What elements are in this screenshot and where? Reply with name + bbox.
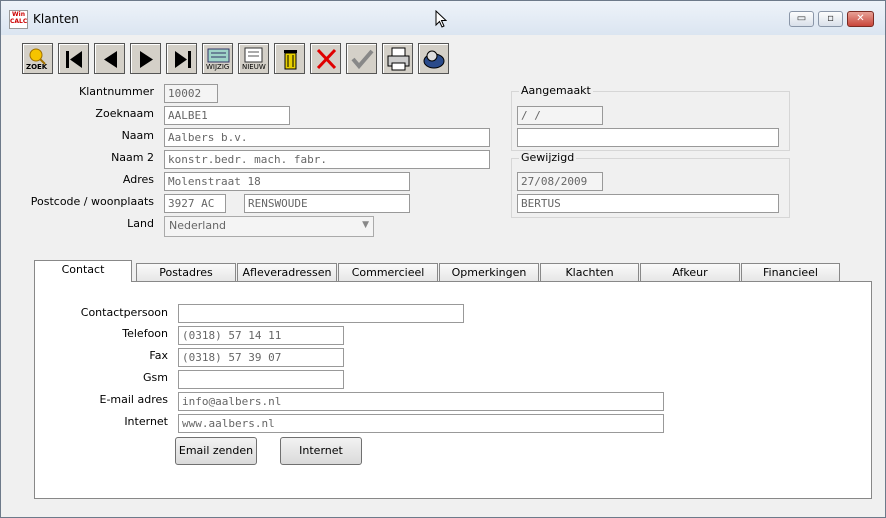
minimize-button[interactable]: ▭ <box>789 11 814 27</box>
last-icon <box>175 51 191 68</box>
previous-icon <box>104 51 117 68</box>
exit-button[interactable] <box>418 43 449 74</box>
app-icon: Win CALC <box>9 10 28 29</box>
chevron-down-icon: ▼ <box>362 220 369 230</box>
email-zenden-button[interactable]: Email zenden <box>175 437 257 465</box>
land-select[interactable]: Nederland ▼ <box>164 216 374 237</box>
telefoon-label: Telefoon <box>122 327 168 340</box>
telefoon-field[interactable]: (0318) 57 14 11 <box>178 326 344 345</box>
contactpersoon-label: Contactpersoon <box>80 306 168 319</box>
naam-label: Naam <box>121 129 154 142</box>
first-icon <box>66 51 82 68</box>
maximize-button[interactable]: ▫ <box>818 11 843 27</box>
mouse-cursor-icon <box>435 10 447 28</box>
exit-icon <box>423 50 445 69</box>
printer-icon <box>387 47 410 71</box>
zoeknaam-label: Zoeknaam <box>95 107 154 120</box>
gewijzigd-user-field[interactable]: BERTUS <box>517 194 779 213</box>
gsm-label: Gsm <box>143 371 168 384</box>
tab-afkeur[interactable]: Afkeur <box>640 263 740 281</box>
tab-financieel[interactable]: Financieel <box>741 263 840 281</box>
internet-label: Internet <box>124 415 168 428</box>
aangemaakt-title: Aangemaakt <box>519 84 593 97</box>
tab-postadres[interactable]: Postadres <box>136 263 236 281</box>
gewijzigd-date-field[interactable]: 27/08/2009 <box>517 172 603 191</box>
klantnummer-label: Klantnummer <box>79 85 154 98</box>
trash-icon <box>284 50 297 70</box>
postcode-label: Postcode / woonplaats <box>30 195 154 208</box>
fax-field[interactable]: (0318) 57 39 07 <box>178 348 344 367</box>
first-record-button[interactable] <box>58 43 89 74</box>
nieuw-label: NIEUW <box>242 63 266 71</box>
postcode-field[interactable]: 3927 AC <box>164 194 226 213</box>
cancel-button[interactable] <box>310 43 341 74</box>
aangemaakt-date-field[interactable]: / / <box>517 106 603 125</box>
previous-record-button[interactable] <box>94 43 125 74</box>
zoek-label: ZOEK <box>26 63 48 71</box>
gsm-field[interactable] <box>178 370 344 389</box>
zoeknaam-field[interactable]: AALBE1 <box>164 106 290 125</box>
tab-afleveradressen[interactable]: Afleveradressen <box>237 263 337 281</box>
last-record-button[interactable] <box>166 43 197 74</box>
email-field[interactable]: info@aalbers.nl <box>178 392 664 411</box>
zoek-button[interactable]: ZOEK <box>22 43 53 74</box>
adres-label: Adres <box>122 173 154 186</box>
internet-button[interactable]: Internet <box>280 437 362 465</box>
internet-field[interactable]: www.aalbers.nl <box>178 414 664 433</box>
land-label: Land <box>127 217 154 230</box>
next-record-button[interactable] <box>130 43 161 74</box>
contactpersoon-field[interactable] <box>178 304 464 323</box>
print-button[interactable] <box>382 43 413 74</box>
email-label: E-mail adres <box>99 393 169 406</box>
fax-label: Fax <box>149 349 168 362</box>
delete-button[interactable] <box>274 43 305 74</box>
close-button[interactable]: ✕ <box>847 11 874 27</box>
wijzig-button[interactable]: WIJZIG <box>202 43 233 74</box>
wijzig-label: WIJZIG <box>206 63 230 71</box>
tab-commercieel[interactable]: Commercieel <box>338 263 438 281</box>
next-icon <box>140 51 153 68</box>
naam2-field[interactable]: konstr.bedr. mach. fabr. <box>164 150 490 169</box>
adres-field[interactable]: Molenstraat 18 <box>164 172 410 191</box>
nieuw-button[interactable]: NIEUW <box>238 43 269 74</box>
klanten-window: Win CALC Klanten ▭ ▫ ✕ ZOEK WIJZIG NIEUW <box>0 0 886 518</box>
naam-field[interactable]: Aalbers b.v. <box>164 128 490 147</box>
checkmark-icon <box>351 49 374 70</box>
land-value: Nederland <box>169 219 227 232</box>
woonplaats-field[interactable]: RENSWOUDE <box>244 194 410 213</box>
naam2-label: Naam 2 <box>111 151 154 164</box>
tab-contact[interactable]: Contact <box>34 260 132 282</box>
tab-klachten[interactable]: Klachten <box>540 263 639 281</box>
tab-opmerkingen[interactable]: Opmerkingen <box>439 263 539 281</box>
confirm-button[interactable] <box>346 43 377 74</box>
red-x-icon <box>316 48 337 70</box>
klantnummer-field[interactable]: 10002 <box>164 84 218 103</box>
aangemaakt-user-field[interactable] <box>517 128 779 147</box>
window-title: Klanten <box>33 12 79 26</box>
gewijzigd-title: Gewijzigd <box>519 151 577 164</box>
